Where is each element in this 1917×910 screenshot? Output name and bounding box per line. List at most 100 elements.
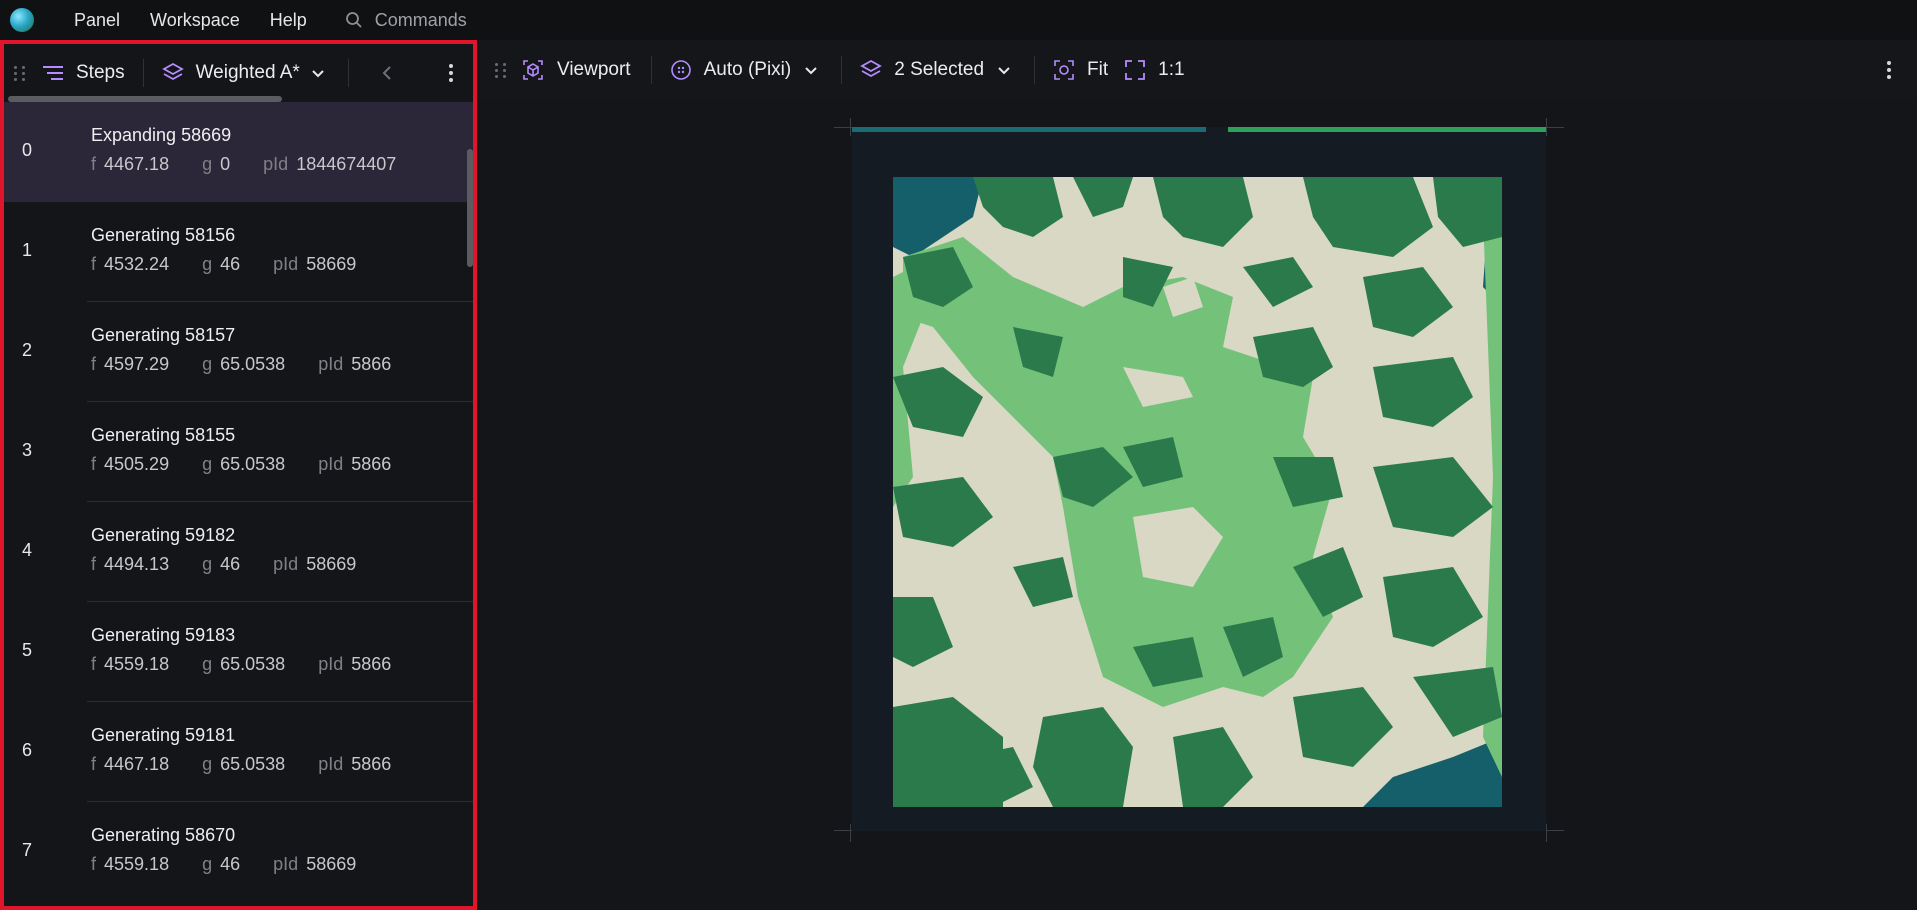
layers-dropdown[interactable]: 2 Selected <box>860 59 1012 81</box>
more-options-icon[interactable] <box>1887 61 1891 79</box>
fit-button[interactable]: Fit <box>1053 59 1108 81</box>
renderer-dropdown[interactable]: Auto (Pixi) <box>670 59 820 81</box>
drag-handle-icon[interactable] <box>14 65 26 81</box>
algorithm-dropdown[interactable]: Weighted A* <box>161 62 326 84</box>
corner-tick <box>1546 127 1564 128</box>
search-icon <box>345 12 362 28</box>
expand-icon <box>1125 60 1146 80</box>
f-value: 4597.29 <box>104 354 170 374</box>
pid-value: 58669 <box>306 254 357 274</box>
corner-tick <box>1546 824 1547 842</box>
step-index: 4 <box>22 540 33 560</box>
chevron-down-icon <box>805 67 817 75</box>
zoom-label: 1:1 <box>1158 59 1185 80</box>
step-meta: f 4559.18 g 46 pId 58669 <box>91 854 414 875</box>
actual-size-button[interactable]: 1:1 <box>1124 59 1185 81</box>
menu-help[interactable]: Help <box>270 10 307 31</box>
more-options-icon[interactable] <box>448 64 453 82</box>
pid-label: pId <box>318 454 344 474</box>
step-meta: f 4467.18 g 65.0538 pId 5866 <box>91 754 414 775</box>
chevron-left-icon[interactable] <box>379 64 395 82</box>
layers-icon <box>161 62 184 81</box>
pid-label: pId <box>318 654 344 674</box>
toolbar-divider <box>841 56 843 84</box>
pid-label: pId <box>273 854 299 874</box>
step-meta: f 4559.18 g 65.0538 pId 5866 <box>91 654 414 675</box>
f-label: f <box>91 854 97 874</box>
step-row[interactable]: 2 Generating 58157 f 4597.29 g 65.0538 pId… <box>4 302 473 402</box>
progress-bar-right <box>1228 127 1546 132</box>
g-label: g <box>202 654 213 674</box>
g-label: g <box>202 854 213 874</box>
renderer-label: Auto (Pixi) <box>703 59 792 80</box>
step-title: Generating 59183 <box>91 625 236 645</box>
step-meta: f 4467.18 g0 pId 1844674407 <box>91 154 414 175</box>
step-row[interactable]: 0 Expanding 58669 f 4467.18 g0 pId 1844674… <box>4 102 473 202</box>
menu-workspace[interactable]: Workspace <box>150 10 240 31</box>
step-title: Generating 58155 <box>91 425 236 445</box>
g-label: g <box>202 254 213 274</box>
corner-tick <box>834 830 852 831</box>
step-meta: f 4505.29 g 65.0538 pId 5866 <box>91 454 414 475</box>
steps-panel: Steps Weighted A* 0 Expanding 58669 f 446… <box>0 40 477 910</box>
pid-label: pId <box>318 754 344 774</box>
step-title: Generating 59182 <box>91 525 236 545</box>
corner-tick <box>850 824 851 842</box>
step-row[interactable]: 7 Generating 58670 f 4559.18 g 46 pId 58669 <box>4 802 473 902</box>
f-label: f <box>91 254 97 274</box>
commands-search[interactable]: Commands <box>345 10 467 31</box>
step-title: Generating 58156 <box>91 225 236 245</box>
step-row[interactable]: 6 Generating 59181 f 4467.18 g 65.0538 pId… <box>4 702 473 802</box>
renderer-icon <box>670 60 691 80</box>
app-logo <box>10 8 34 32</box>
drag-handle-icon[interactable] <box>495 62 507 78</box>
corner-tick <box>834 127 852 128</box>
f-label: f <box>91 554 97 574</box>
algorithm-label: Weighted A* <box>195 62 300 83</box>
step-row[interactable]: 5 Generating 59183 f 4559.18 g 65.0538 pId… <box>4 602 473 702</box>
viewport-toolbar: Viewport Auto (Pixi) 2 Selected Fit 1:1 <box>477 40 1917 100</box>
viewport-button[interactable]: Viewport <box>521 58 631 82</box>
step-title: Generating 59181 <box>91 725 236 745</box>
grid-map[interactable] <box>893 177 1502 807</box>
step-row[interactable]: 1 Generating 58156 f 4532.24 g 46 pId 58669 <box>4 202 473 302</box>
g-label: g <box>202 554 213 574</box>
step-index: 3 <box>22 440 33 460</box>
f-value: 4559.18 <box>104 854 170 874</box>
f-label: f <box>91 154 97 174</box>
menu-panel[interactable]: Panel <box>74 10 120 31</box>
g-value: 65.0538 <box>220 754 286 774</box>
g-label: g <box>202 154 213 174</box>
g-value: 0 <box>220 154 231 174</box>
g-value: 46 <box>220 854 241 874</box>
g-value: 46 <box>220 554 241 574</box>
toolbar-divider <box>1034 56 1036 84</box>
f-label: f <box>91 354 97 374</box>
commands-label: Commands <box>374 9 467 30</box>
g-label: g <box>202 754 213 774</box>
step-meta: f 4532.24 g 46 pId 58669 <box>91 254 414 275</box>
vertical-scrollbar[interactable] <box>467 149 473 267</box>
fit-icon <box>1054 60 1074 80</box>
pid-value: 5866 <box>351 354 392 374</box>
viewport-label: Viewport <box>557 59 631 80</box>
step-index: 0 <box>22 140 33 160</box>
step-index: 5 <box>22 640 33 660</box>
pid-value: 5866 <box>351 754 392 774</box>
steps-button[interactable]: Steps <box>42 62 125 84</box>
f-label: f <box>91 654 97 674</box>
step-row[interactable]: 4 Generating 59182 f 4494.13 g 46 pId 58669 <box>4 502 473 602</box>
layers-icon <box>860 59 883 78</box>
step-index: 1 <box>22 240 33 260</box>
toolbar-divider <box>347 59 349 87</box>
f-value: 4559.18 <box>104 654 170 674</box>
pid-value: 58669 <box>306 554 357 574</box>
f-label: f <box>91 754 97 774</box>
step-row[interactable]: 3 Generating 58155 f 4505.29 g 65.0538 pId… <box>4 402 473 502</box>
f-value: 4494.13 <box>104 554 170 574</box>
pid-value: 5866 <box>351 654 392 674</box>
pid-value: 1844674407 <box>296 154 397 174</box>
g-value: 46 <box>220 254 241 274</box>
step-title: Expanding 58669 <box>91 125 232 145</box>
pid-label: pId <box>263 154 289 174</box>
